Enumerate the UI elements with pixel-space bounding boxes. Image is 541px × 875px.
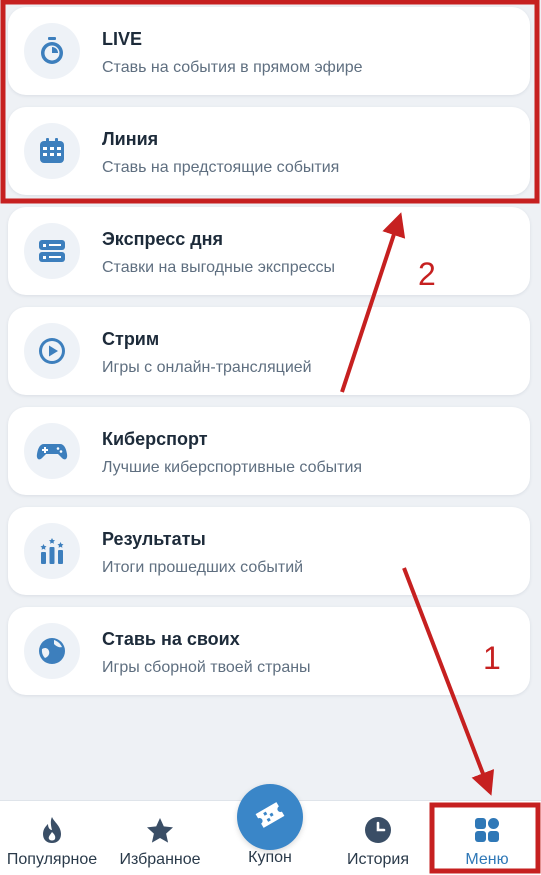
menu-item-subtitle: Ставь на события в прямом эфире xyxy=(102,59,363,76)
menu-item-line[interactable]: Линия Ставь на предстоящие события xyxy=(8,107,530,195)
play-icon xyxy=(24,323,80,379)
tab-popular[interactable]: Популярное xyxy=(0,801,104,875)
stopwatch-icon xyxy=(24,23,80,79)
menu-item-subtitle: Игры сборной твоей страны xyxy=(102,659,311,676)
menu-item-title: Ставь на своих xyxy=(102,629,240,649)
calendar-icon xyxy=(24,123,80,179)
coupon-button[interactable] xyxy=(237,784,303,850)
annotation-step-2: 2 xyxy=(418,256,436,292)
tab-favorites[interactable]: Избранное xyxy=(108,801,212,875)
results-icon xyxy=(24,523,80,579)
menu-item-results[interactable]: Результаты Итоги прошедших событий xyxy=(8,507,530,595)
menu-item-title: Киберспорт xyxy=(102,429,208,449)
express-icon xyxy=(24,223,80,279)
menu-item-live[interactable]: LIVE Ставь на события в прямом эфире xyxy=(8,7,530,95)
tab-label: Меню xyxy=(465,851,509,868)
menu-item-subtitle: Итоги прошедших событий xyxy=(102,559,304,576)
tab-menu[interactable]: Меню xyxy=(435,801,539,875)
tab-label: Популярное xyxy=(6,851,98,868)
menu-item-title: Стрим xyxy=(102,329,160,349)
menu-item-subtitle: Ставки на выгодные экспрессы xyxy=(102,259,336,276)
tab-label: Купон xyxy=(248,849,292,866)
menu-item-title: Экспресс дня xyxy=(102,229,224,249)
menu-item-subtitle: Игры с онлайн-трансляцией xyxy=(102,359,312,376)
annotation-step-1: 1 xyxy=(483,640,501,676)
star-icon xyxy=(146,817,174,843)
menu-item-national[interactable]: Ставь на своих Игры сборной твоей страны xyxy=(8,607,530,695)
gamepad-icon xyxy=(24,423,80,479)
menu-item-esports[interactable]: Киберспорт Лучшие киберспортивные событи… xyxy=(8,407,530,495)
menu-item-title: Результаты xyxy=(102,529,206,549)
tab-label: История xyxy=(346,851,410,868)
ticket-icon xyxy=(253,798,287,837)
menu-item-title: LIVE xyxy=(102,29,143,49)
tab-label: Избранное xyxy=(119,851,201,868)
menu-item-stream[interactable]: Стрим Игры с онлайн-трансляцией xyxy=(8,307,530,395)
menu-item-title: Линия xyxy=(102,129,159,149)
flame-icon xyxy=(41,817,63,843)
menu-item-subtitle: Ставь на предстоящие события xyxy=(102,159,340,176)
globe-icon xyxy=(24,623,80,679)
grid-icon xyxy=(474,817,500,843)
menu-item-express[interactable]: Экспресс дня Ставки на выгодные экспресс… xyxy=(8,207,530,295)
clock-icon xyxy=(364,817,392,843)
tab-history[interactable]: История xyxy=(328,801,428,875)
menu-item-subtitle: Лучшие киберспортивные события xyxy=(102,459,363,476)
